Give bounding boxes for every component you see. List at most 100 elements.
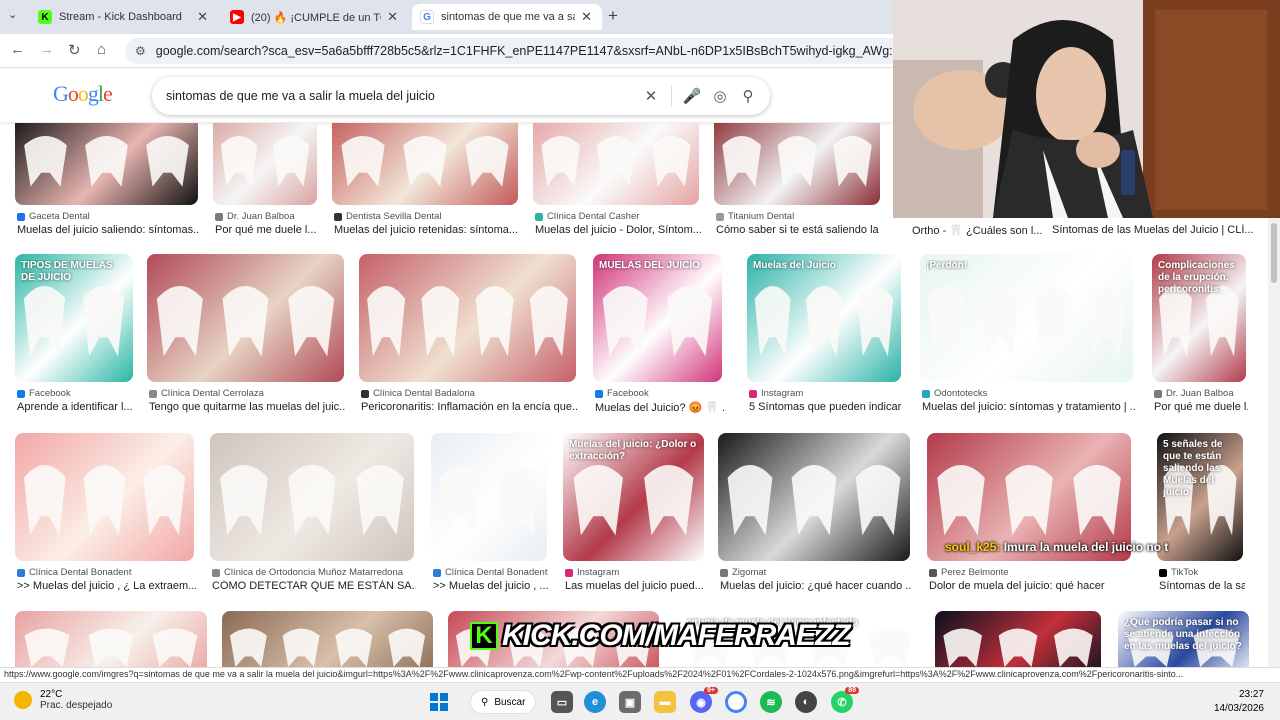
result-caption[interactable]: Muelas del juicio: ¿qué hacer cuando ... — [720, 580, 912, 592]
result-source[interactable]: Clínica Dental Cerrolaza — [149, 388, 346, 399]
result-thumbnail[interactable]: ¡Perdón! — [920, 254, 1133, 382]
tab-youtube[interactable]: ▶ (20) 🔥 ¡CUMPLE de un TORO ✕ — [222, 4, 408, 30]
result-thumbnail[interactable] — [714, 123, 880, 205]
result-source[interactable]: Facebook — [595, 388, 724, 399]
close-icon[interactable]: ✕ — [197, 9, 208, 25]
image-result-card[interactable]: Complicaciones de la erupción, pericoron… — [1152, 254, 1248, 432]
result-thumbnail[interactable] — [718, 433, 910, 561]
whatsapp-icon[interactable]: ✆ 89 — [831, 687, 859, 713]
result-thumbnail[interactable] — [213, 123, 317, 205]
tab-search-icon[interactable]: ⌄ — [8, 8, 17, 21]
result-caption[interactable]: Muelas del juicio: síntomas y tratamient… — [922, 401, 1135, 413]
image-result-card[interactable]: MUELAS DEL JUICIO Facebook Muelas del Juic… — [593, 254, 724, 432]
image-result-card[interactable]: Zigomat Muelas del juicio: ¿qué hacer cua… — [718, 433, 912, 611]
result-source[interactable]: Perez Belmonte — [929, 567, 1133, 578]
result-caption[interactable]: 5 Síntomas que pueden indicar ... — [749, 401, 903, 413]
result-source[interactable]: Instagram — [565, 567, 706, 578]
image-result-card[interactable]: ¿Qué podría pasar si no se atiende una i… — [1118, 611, 1249, 667]
result-caption[interactable]: Muelas del juicio retenidas: síntoma... — [334, 224, 520, 236]
result-thumbnail[interactable]: ¿Qué podría pasar si no se atiende una i… — [1118, 611, 1249, 667]
result-thumbnail[interactable] — [15, 433, 194, 561]
result-caption[interactable]: Aprende a identificar l... — [17, 401, 135, 413]
result-caption[interactable]: Muelas del juicio - Dolor, Síntom... — [535, 224, 701, 236]
microphone-icon[interactable]: 🎤 — [678, 87, 706, 105]
result-thumbnail[interactable]: 5 señales de que te están saliendo las M… — [1157, 433, 1243, 561]
image-result-card[interactable]: Perez Belmonte Dolor de muela del juicio:… — [927, 433, 1131, 611]
result-thumbnail[interactable] — [15, 611, 207, 667]
obs-icon[interactable]: ◐ — [795, 691, 817, 713]
image-result-card[interactable]: ¡Perdón! Odontotecks Muelas del juicio: sí… — [920, 254, 1135, 432]
result-source[interactable]: Clínica de Ortodoncia Muñoz Matarredona — [212, 567, 416, 578]
result-source[interactable]: Clínica Dental Bonadent — [433, 567, 549, 578]
result-thumbnail[interactable] — [431, 433, 547, 561]
result-caption[interactable]: Pericoronaritis: Inflamación en la encía… — [361, 401, 578, 413]
result-source[interactable]: Clínica Dental Bonadent — [17, 567, 196, 578]
clear-icon[interactable]: ✕ — [637, 87, 665, 105]
site-settings-icon[interactable]: ⚙ — [135, 44, 146, 58]
edge-icon[interactable]: e — [584, 691, 606, 713]
result-caption[interactable]: Las muelas del juicio pued... — [565, 580, 706, 592]
result-thumbnail[interactable] — [147, 254, 344, 382]
image-result-card[interactable]: TIPOS DE MUELAS DE JUICIO Facebook Aprende… — [15, 254, 133, 432]
result-thumbnail[interactable]: MUELAS DEL JUICIO — [593, 254, 722, 382]
result-thumbnail[interactable]: Complicaciones de la erupción, pericoron… — [1152, 254, 1246, 382]
image-result-card[interactable]: Clínica Dental Bonadent >> Muelas del jui… — [431, 433, 549, 611]
image-result-card[interactable]: Clínica Dental Badalona Pericoronaritis: … — [359, 254, 578, 432]
close-icon[interactable]: ✕ — [581, 9, 592, 25]
discord-icon[interactable]: ◉ 9+ — [690, 687, 718, 713]
result-caption[interactable]: Muelas del Juicio? 😡 🦷 ... — [595, 401, 724, 414]
result-caption[interactable]: Dolor de muela del juicio: qué hacer — [929, 580, 1133, 592]
result-thumbnail[interactable] — [222, 611, 433, 667]
result-caption[interactable]: Síntomas de la sali... — [1159, 580, 1245, 592]
image-result-card[interactable]: Muelas del Juicio Instagram 5 Síntomas que… — [747, 254, 903, 432]
result-thumbnail[interactable] — [15, 123, 198, 205]
result-caption[interactable]: Ortho - 🦷 ¿Cuáles son l... — [912, 224, 1052, 237]
result-source[interactable]: Dentista Sevilla Dental — [334, 211, 520, 222]
new-tab-button[interactable]: + — [608, 6, 618, 26]
result-source[interactable]: Dr. Juan Balboa — [1154, 388, 1248, 399]
image-result-card[interactable] — [935, 611, 1101, 667]
image-result-card[interactable] — [15, 611, 207, 667]
tab-google-search[interactable]: G sintomas de que me va a salir la ✕ — [412, 4, 602, 30]
close-icon[interactable]: ✕ — [387, 9, 398, 25]
result-caption[interactable]: Por qué me duele l... — [215, 224, 319, 236]
windows-start-icon[interactable] — [428, 691, 450, 713]
result-thumbnail[interactable] — [935, 611, 1101, 667]
image-result-card[interactable]: 5 señales de que te están saliendo las M… — [1157, 433, 1245, 611]
image-result-card[interactable] — [222, 611, 433, 667]
result-thumbnail[interactable] — [210, 433, 414, 561]
result-caption[interactable]: Por qué me duele l... — [1154, 401, 1248, 413]
result-thumbnail[interactable] — [533, 123, 699, 205]
image-result-card[interactable]: Gaceta Dental Muelas del juicio saliendo:… — [15, 123, 200, 255]
result-caption[interactable]: Tengo que quitarme las muelas del juic..… — [149, 401, 346, 413]
image-result-card[interactable]: Clínica Dental Bonadent >> Muelas del jui… — [15, 433, 196, 611]
result-source[interactable]: Dr. Juan Balboa — [215, 211, 319, 222]
result-source[interactable]: Clínica Dental Casher — [535, 211, 701, 222]
system-clock[interactable]: 23:27 14/03/2026 — [1214, 688, 1264, 716]
back-arrow-icon[interactable]: ← — [10, 41, 25, 58]
task-view-icon[interactable]: ▭ — [551, 691, 573, 713]
result-thumbnail[interactable] — [359, 254, 576, 382]
file-explorer-icon[interactable]: ▬ — [654, 691, 676, 713]
tab-kick-dashboard[interactable]: K Stream - Kick Dashboard ✕ — [30, 4, 218, 30]
lens-camera-icon[interactable]: ◎ — [706, 87, 734, 105]
result-caption[interactable]: CÓMO DETECTAR QUE ME ESTÁN SA... — [212, 580, 416, 592]
result-source[interactable]: Gaceta Dental — [17, 211, 200, 222]
image-result-card[interactable]: Muelas del juicio: ¿Dolor o extracción? I… — [563, 433, 704, 611]
taskbar-search[interactable]: ⚲ Buscar — [470, 690, 537, 714]
result-source[interactable]: Facebook — [17, 388, 135, 399]
result-caption[interactable]: Síntomas de las Muelas del Juicio | CLÍ.… — [1052, 224, 1262, 236]
result-caption[interactable]: >> Muelas del juicio , ¿ La extraem... — [17, 580, 196, 592]
result-thumbnail[interactable] — [332, 123, 518, 205]
result-thumbnail[interactable]: Muelas del juicio: ¿Dolor o extracción? — [563, 433, 704, 561]
chrome-icon[interactable] — [725, 691, 747, 713]
address-bar[interactable]: ⚙ google.com/search?sca_esv=5a6a5bfff728… — [125, 38, 915, 64]
scrollbar-thumb[interactable] — [1271, 223, 1277, 283]
result-source[interactable]: Instagram — [749, 388, 903, 399]
spotify-icon[interactable]: ≋ — [760, 691, 782, 713]
image-result-card[interactable]: Clínica Dental Casher Muelas del juicio -… — [533, 123, 701, 255]
result-thumbnail[interactable]: TIPOS DE MUELAS DE JUICIO — [15, 254, 133, 382]
result-source[interactable]: Titanium Dental — [716, 211, 882, 222]
image-result-card[interactable]: Clínica Dental Cerrolaza Tengo que quitar… — [147, 254, 346, 432]
image-result-card[interactable]: Titanium Dental Cómo saber si te está sal… — [714, 123, 882, 255]
